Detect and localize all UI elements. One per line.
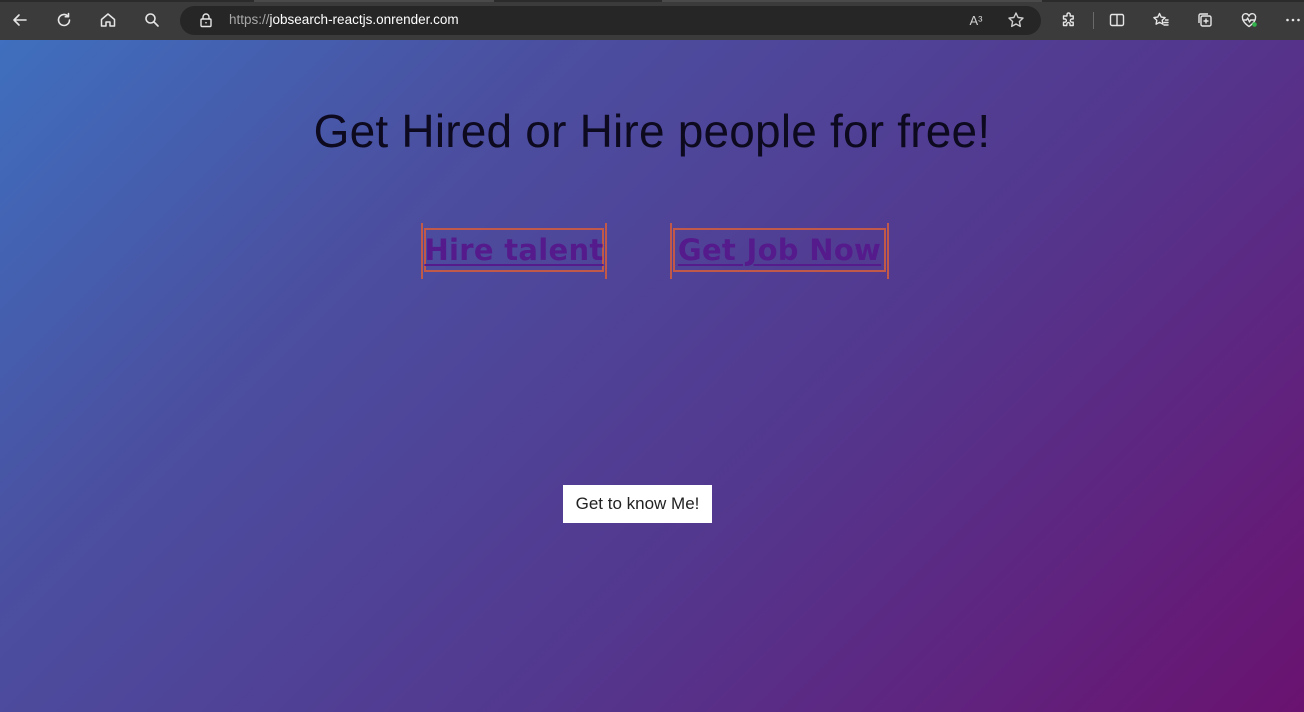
page-headline: Get Hired or Hire people for free!: [313, 105, 991, 157]
hire-talent-link[interactable]: Hire talent: [421, 223, 607, 279]
page-content: Get Hired or Hire people for free! Hire …: [0, 40, 1304, 712]
get-job-link[interactable]: Get Job Now: [670, 223, 889, 279]
url-text[interactable]: https://jobsearch-reactjs.onrender.com: [229, 12, 459, 27]
collections-icon[interactable]: [1191, 6, 1219, 34]
browser-essentials-icon[interactable]: [1235, 6, 1263, 34]
favorites-icon[interactable]: [1147, 6, 1175, 34]
tab-strip-edge: [0, 0, 1304, 2]
refresh-icon[interactable]: [50, 6, 78, 34]
favorite-star-icon[interactable]: [1006, 10, 1026, 30]
search-icon[interactable]: [138, 6, 166, 34]
lock-icon[interactable]: [198, 12, 214, 28]
home-icon[interactable]: [94, 6, 122, 34]
read-aloud-glyph: A³: [969, 12, 983, 28]
url-host: jobsearch-reactjs.onrender.com: [269, 12, 459, 27]
toolbar-divider: [1093, 12, 1094, 29]
hire-talent-label[interactable]: Hire talent: [424, 233, 603, 267]
get-to-know-me-button[interactable]: Get to know Me!: [563, 485, 712, 523]
url-scheme: https://: [229, 12, 270, 27]
read-aloud-icon[interactable]: A³: [966, 10, 986, 30]
browser-toolbar: https://jobsearch-reactjs.onrender.com A…: [0, 0, 1304, 40]
more-icon[interactable]: [1279, 6, 1304, 34]
split-screen-icon[interactable]: [1103, 6, 1131, 34]
get-job-label[interactable]: Get Job Now: [678, 233, 881, 267]
back-icon[interactable]: [6, 6, 34, 34]
extensions-icon[interactable]: [1055, 6, 1083, 34]
address-bar[interactable]: https://jobsearch-reactjs.onrender.com A…: [180, 6, 1041, 35]
